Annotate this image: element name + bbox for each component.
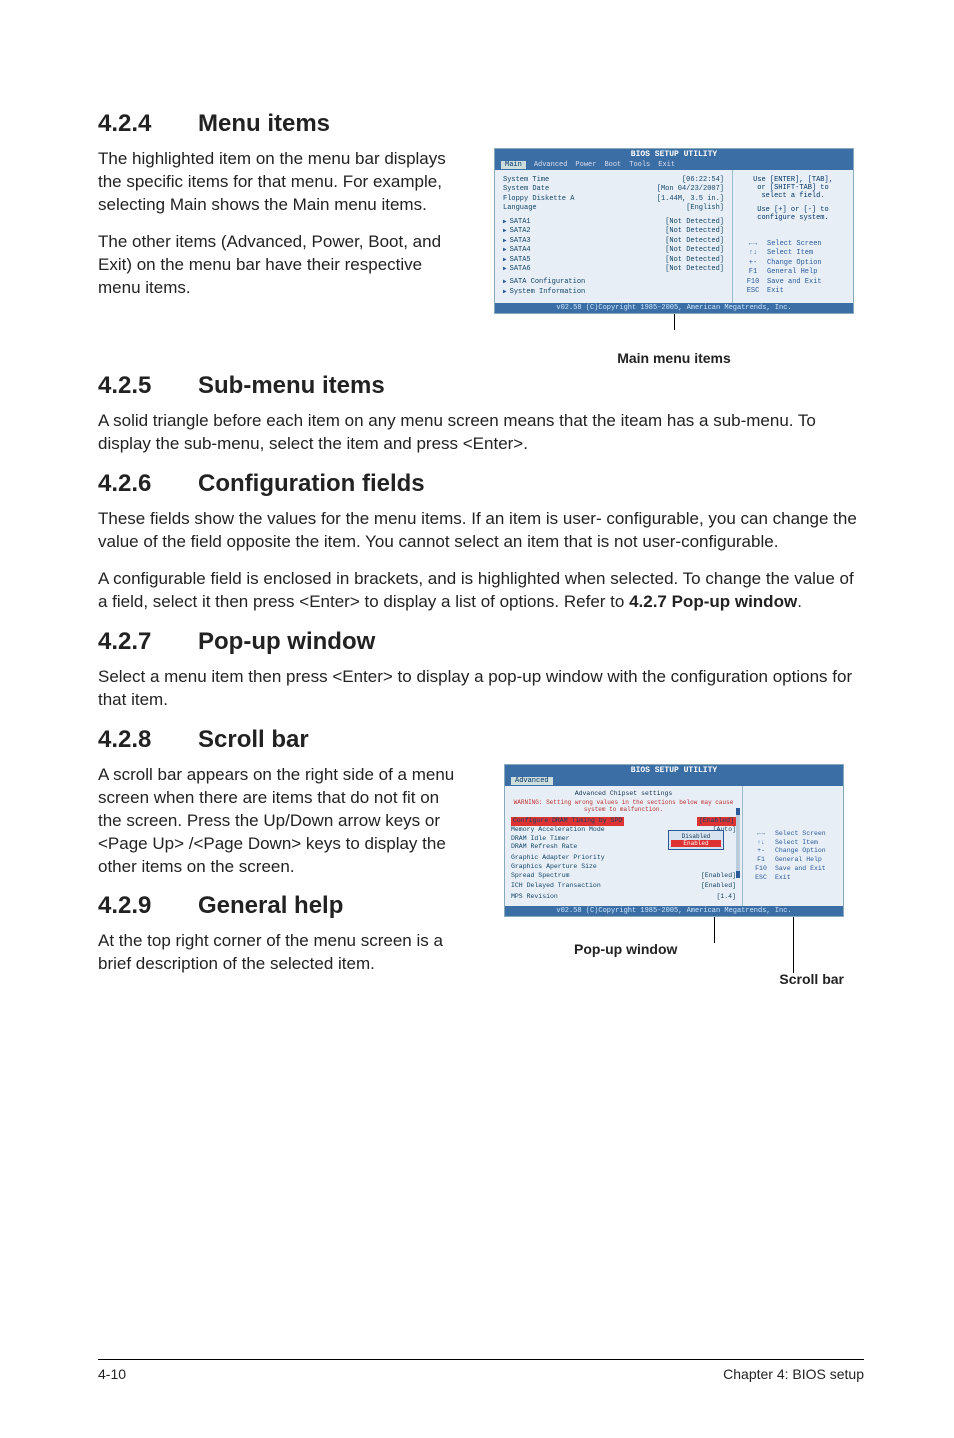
bios-tabs: Main Advanced Power Boot Tools Exit	[495, 160, 853, 170]
heading-427: 4.2.7Pop-up window	[98, 628, 864, 656]
bios-tab-main: Main	[501, 161, 526, 169]
page-footer: 4-10 Chapter 4: BIOS setup	[98, 1359, 864, 1382]
para-425-1: A solid triangle before each item on any…	[98, 410, 864, 456]
bios-footer: v02.58 (C)Copyright 1985-2005, American …	[495, 303, 853, 313]
page-content: 4.2.4Menu items The highlighted item on …	[0, 0, 954, 1340]
heading-425: 4.2.5Sub-menu items	[98, 372, 864, 400]
fig2-caption-popup: Pop-up window	[574, 941, 677, 957]
para-429-1: At the top right corner of the menu scre…	[98, 930, 464, 976]
bios2-footer: v02.58 (C)Copyright 1985-2005, American …	[505, 906, 843, 916]
bios-title: BIOS SETUP UTILITY	[495, 149, 853, 160]
bios-tab: Exit	[658, 161, 675, 169]
bios-tab: Boot	[604, 161, 621, 169]
heading-428: 4.2.8Scroll bar	[98, 726, 864, 754]
bios-screenshot-advanced: BIOS SETUP UTILITY Advanced Advanced Chi…	[504, 764, 844, 917]
para-426-2: A configurable field is enclosed in brac…	[98, 568, 864, 614]
bios2-heading: Advanced Chipset settings	[511, 790, 736, 797]
fig2-callouts: Pop-up window Scroll bar	[504, 927, 844, 987]
heading-429: 4.2.9General help	[98, 892, 464, 920]
fig1-caption: Main menu items	[484, 350, 864, 366]
heading-num: 4.2.4	[98, 110, 198, 138]
fig2-caption-scroll: Scroll bar	[779, 971, 844, 987]
bios-tab: Advanced	[534, 161, 568, 169]
heading-424: 4.2.4Menu items	[98, 110, 864, 138]
bios2-warning: WARNING: Setting wrong values in the sec…	[511, 799, 736, 813]
para-428-1: A scroll bar appears on the right side o…	[98, 764, 464, 879]
bios-tab: Power	[575, 161, 596, 169]
heading-title: Menu items	[198, 110, 330, 137]
popup-window: Disabled Enabled	[668, 830, 724, 850]
bios-tab: Tools	[629, 161, 650, 169]
para-427-1: Select a menu item then press <Enter> to…	[98, 666, 864, 712]
bios-screenshot-main: BIOS SETUP UTILITY Main Advanced Power B…	[494, 148, 854, 314]
para-426-1: These fields show the values for the men…	[98, 508, 864, 554]
scroll-bar-indicator	[736, 808, 740, 878]
para-424-2: The other items (Advanced, Power, Boot, …	[98, 231, 464, 300]
bios2-tab: Advanced	[511, 777, 553, 785]
bios2-title: BIOS SETUP UTILITY	[505, 765, 843, 776]
page-number: 4-10	[98, 1366, 126, 1382]
para-424-1: The highlighted item on the menu bar dis…	[98, 148, 464, 217]
chapter-title: Chapter 4: BIOS setup	[723, 1366, 864, 1382]
heading-426: 4.2.6Configuration fields	[98, 470, 864, 498]
